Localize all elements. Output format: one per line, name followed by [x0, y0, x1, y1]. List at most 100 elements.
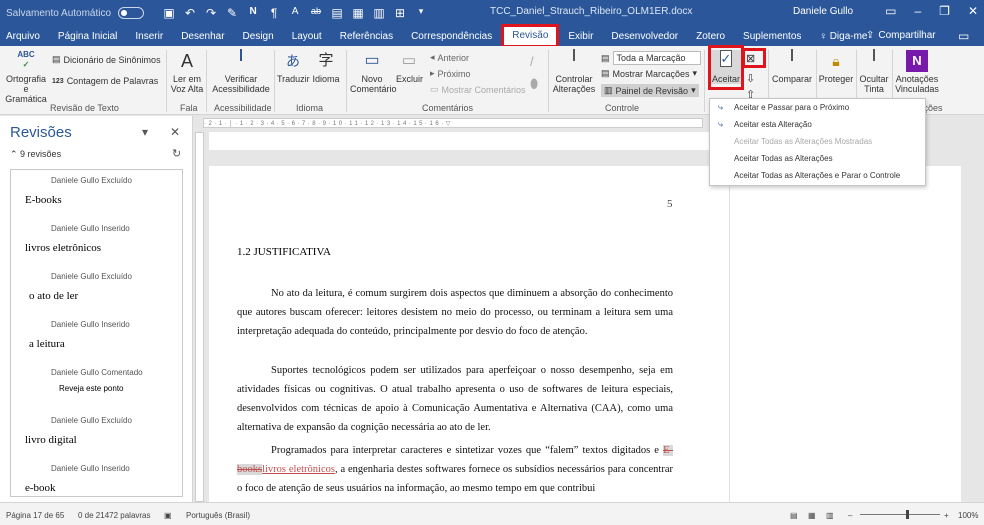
new-comment-button[interactable]: ▭ Novo Comentário	[350, 50, 397, 94]
page-indicator[interactable]: Página 17 de 65	[6, 511, 64, 520]
ink-eraser-icon[interactable]: ⬮	[530, 76, 538, 92]
spelling-grammar-button[interactable]: ABC ✓ Ortografia e Gramática	[4, 50, 48, 104]
accessibility-icon	[230, 49, 252, 72]
share-button[interactable]: ⇪ Compartilhar	[866, 30, 936, 41]
language-indicator[interactable]: Português (Brasil)	[186, 511, 250, 520]
ribbon-display-icon[interactable]: ▭	[885, 4, 896, 18]
tab-suplementos[interactable]: Suplementos	[734, 31, 810, 42]
reviewing-pane-button[interactable]: ▥ Painel de Revisão ▾	[601, 84, 699, 97]
zoom-slider[interactable]	[860, 510, 940, 519]
word-count-button[interactable]: 123 Contagem de Palavras	[52, 76, 158, 86]
proofing-icon[interactable]: ▣	[164, 511, 172, 520]
zoom-out-icon[interactable]: –	[848, 511, 852, 520]
show-comments-button[interactable]: ▭ Mostrar Comentários	[430, 84, 526, 95]
tab-inserir[interactable]: Inserir	[126, 31, 172, 42]
undo-icon[interactable]: ↶	[184, 6, 196, 20]
word-count-indicator[interactable]: 0 de 21472 palavras	[78, 511, 151, 520]
paragraph[interactable]: No ato da leitura, é comum surgirem dois…	[237, 284, 673, 341]
paint-icon[interactable]: ✎	[226, 6, 238, 20]
horizontal-ruler[interactable]: ·2·1·│·1·2·3·4·5·6·7·8·9·10·11·12·13·14·…	[203, 118, 703, 128]
markup-dropdown[interactable]: ▤ Toda a Marcação	[601, 51, 701, 65]
tab-zotero[interactable]: Zotero	[687, 31, 734, 42]
revision-item[interactable]: Daniele Gullo Comentado Reveja este ponto	[11, 362, 182, 410]
menu-accept-all[interactable]: Aceitar Todas as Alterações	[710, 150, 925, 167]
revision-item[interactable]: Daniele Gullo Inserido a leitura	[11, 314, 182, 362]
font-color-icon[interactable]: A	[289, 6, 301, 20]
read-mode-icon[interactable]: ▤	[790, 511, 798, 520]
show-markup-button[interactable]: ▤ Mostrar Marcações ▾	[601, 68, 697, 79]
ribbon-tabs: Arquivo Página Inicial Inserir Desenhar …	[0, 24, 984, 48]
group-label-comments: Comentários	[422, 103, 474, 113]
protect-button[interactable]: 🔒︎ Proteger	[818, 50, 854, 84]
print-icon[interactable]: ▥	[373, 6, 385, 20]
tab-referencias[interactable]: Referências	[331, 31, 402, 42]
delete-comment-button[interactable]: ▭ Excluir	[396, 50, 423, 84]
next-icon: ▸	[430, 68, 435, 78]
revision-item[interactable]: Daniele Gullo Inserido livros eletrônicos	[11, 218, 182, 266]
translate-button[interactable]: あ Traduzir	[277, 50, 310, 84]
table-icon[interactable]: ⊞	[394, 6, 406, 20]
minimize-icon[interactable]: –	[914, 4, 921, 18]
tab-design[interactable]: Design	[234, 31, 283, 42]
revision-item[interactable]: Daniele Gullo Inserido e-book	[11, 458, 182, 496]
tab-desenhar[interactable]: Desenhar	[172, 31, 233, 42]
previous-comment-button[interactable]: ◂ Anterior	[430, 52, 469, 63]
customize-qat-icon[interactable]: ▾	[415, 6, 427, 20]
thesaurus-button[interactable]: ▤ Dicionário de Sinônimos	[52, 54, 161, 65]
markup-select[interactable]: Toda a Marcação	[612, 51, 701, 65]
next-comment-button[interactable]: ▸ Próximo	[430, 68, 471, 79]
menu-accept-all-stop-tracking[interactable]: Aceitar Todas as Alterações e Parar o Co…	[710, 167, 925, 184]
revision-item[interactable]: Daniele Gullo Excluído E-books	[11, 170, 182, 218]
linked-notes-button[interactable]: N Anotações Vinculadas	[894, 50, 940, 94]
paragraph[interactable]: Programados para interpretar caracteres …	[237, 441, 673, 498]
next-change-button[interactable]: ⇩	[746, 72, 755, 85]
save-icon[interactable]: ▣	[163, 6, 175, 20]
bold-n-icon[interactable]: N	[247, 6, 259, 20]
compare-button[interactable]: Comparar	[772, 49, 812, 84]
track-changes-button[interactable]: Controlar Alterações	[552, 49, 596, 94]
zoom-thumb[interactable]	[906, 510, 909, 519]
autosave-toggle[interactable]	[118, 7, 145, 19]
user-name[interactable]: Daniele Gullo	[793, 6, 853, 17]
comments-icon[interactable]: ▭	[958, 29, 969, 43]
print-layout-icon[interactable]: ▦	[808, 511, 816, 520]
menu-accept-and-next[interactable]: ⤷ Aceitar e Passar para o Próximo	[710, 99, 925, 116]
menu-accept-this-change[interactable]: ⤷ Aceitar esta Alteração	[710, 116, 925, 133]
zoom-in-icon[interactable]: +	[944, 511, 949, 520]
open-icon[interactable]: ▦	[352, 6, 364, 20]
previous-page[interactable]	[209, 132, 729, 150]
strikethrough-icon[interactable]: ab	[310, 6, 322, 20]
redo-icon[interactable]: ↷	[205, 6, 217, 20]
pane-title: Revisões	[10, 124, 72, 141]
maximize-icon[interactable]: ❐	[939, 4, 950, 18]
check-accessibility-button[interactable]: Verificar Acessibilidade	[210, 49, 272, 94]
inserted-text[interactable]: livros eletrônicos	[262, 464, 335, 475]
tab-correspondencias[interactable]: Correspondências	[402, 31, 501, 42]
revisions-count[interactable]: ⌃ 9 revisões	[10, 149, 61, 160]
paragraph[interactable]: Suportes tecnológicos podem ser utilizad…	[237, 361, 673, 437]
tab-desenvolvedor[interactable]: Desenvolvedor	[602, 31, 687, 42]
close-icon[interactable]: ✕	[968, 4, 978, 18]
refresh-icon[interactable]: ↻	[172, 147, 181, 160]
close-pane-icon[interactable]: ✕	[170, 125, 180, 139]
tab-exibir[interactable]: Exibir	[559, 31, 602, 42]
zoom-level[interactable]: 100%	[958, 511, 978, 520]
spelling-icon: ABC ✓	[17, 50, 35, 69]
tab-revisao[interactable]: Revisão	[501, 24, 560, 48]
vertical-ruler[interactable]	[195, 132, 204, 502]
tab-arquivo[interactable]: Arquivo	[0, 31, 49, 42]
web-layout-icon[interactable]: ▥	[826, 511, 834, 520]
language-button[interactable]: 字 Idioma	[311, 50, 341, 84]
tab-layout[interactable]: Layout	[283, 31, 331, 42]
ink-pen-icon[interactable]: /	[530, 54, 534, 69]
hide-ink-icon	[863, 49, 885, 72]
document-page[interactable]: 5 1.2 JUSTIFICATIVA No ato da leitura, é…	[209, 166, 729, 502]
new-doc-icon[interactable]: ▤	[331, 6, 343, 20]
hide-ink-button[interactable]: Ocultar Tinta	[858, 49, 890, 94]
revision-item[interactable]: Daniele Gullo Excluído livro digital	[11, 410, 182, 458]
pane-options-icon[interactable]: ▾	[142, 125, 148, 139]
revision-item[interactable]: Daniele Gullo Excluído o ato de ler	[11, 266, 182, 314]
read-aloud-button[interactable]: A Ler em Voz Alta	[170, 50, 204, 94]
tab-pagina-inicial[interactable]: Página Inicial	[49, 31, 126, 42]
paragraph-icon[interactable]: ¶	[268, 6, 280, 20]
